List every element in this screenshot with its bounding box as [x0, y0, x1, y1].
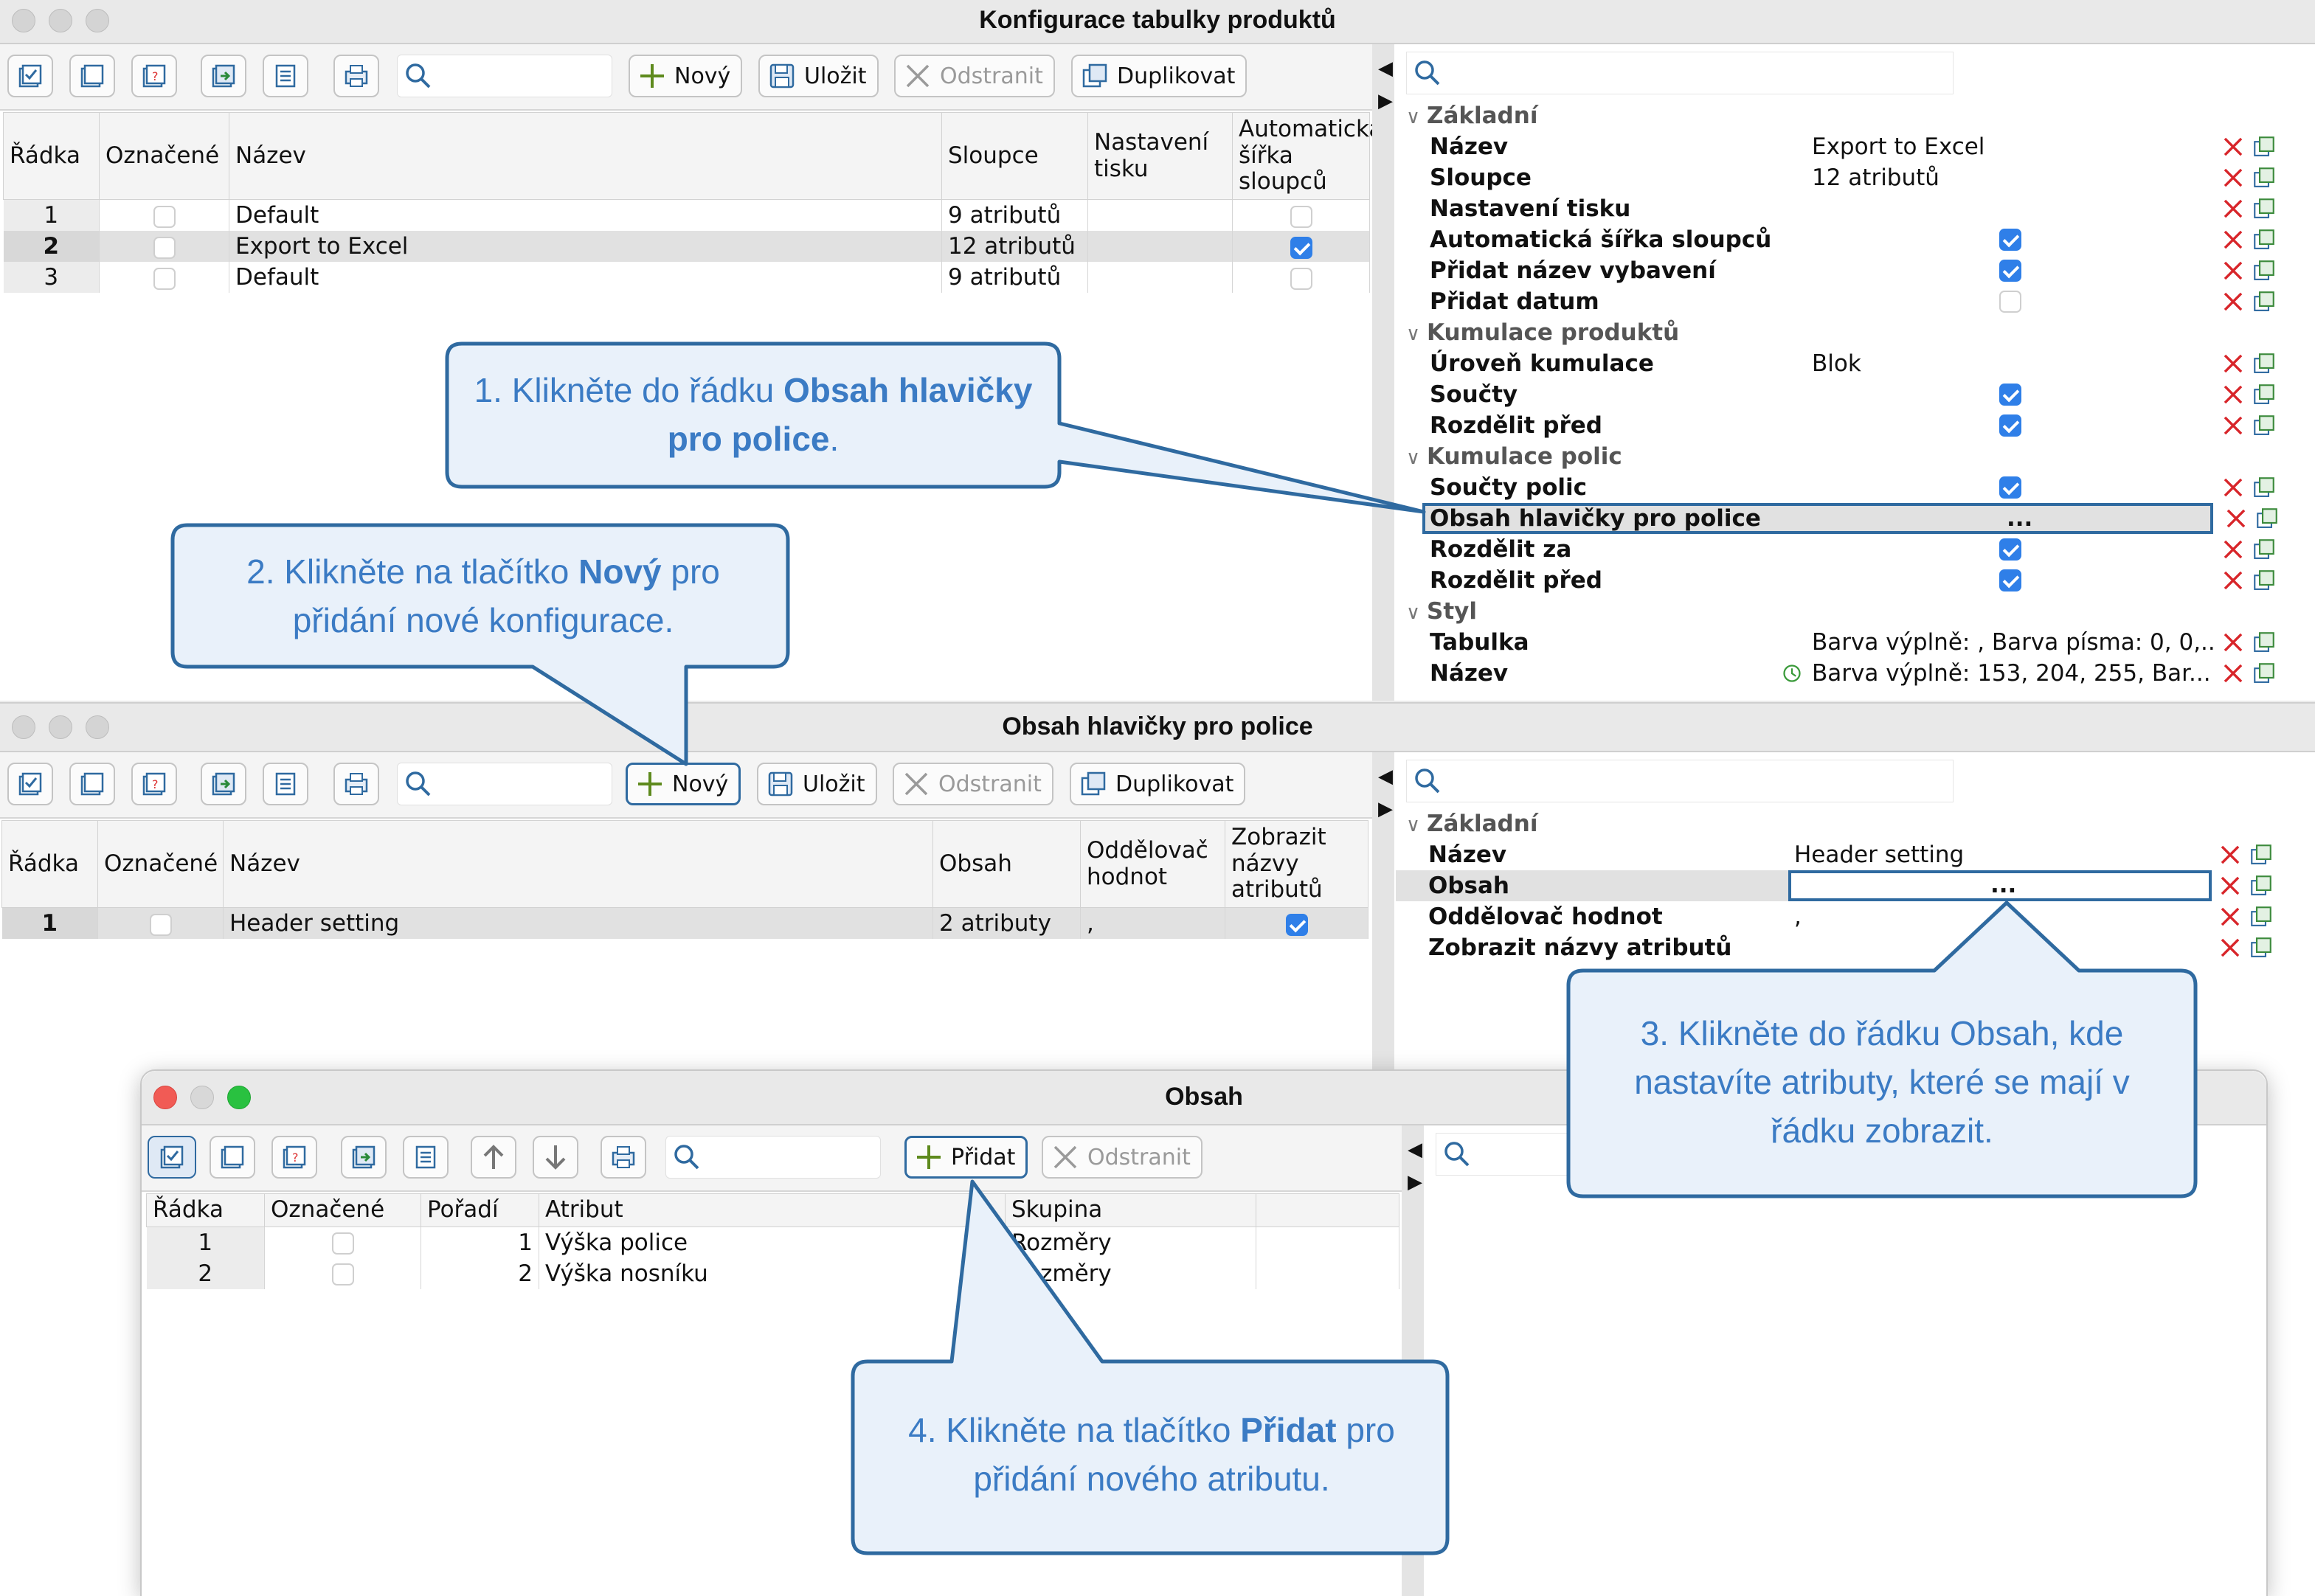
callout-4-pre: 4. Klikněte na tlačítko	[908, 1411, 1241, 1449]
callout-4-text: 4. Klikněte na tlačítko Přidat pro přidá…	[882, 1406, 1421, 1503]
callout-1-pre: 1. Klikněte do řádku	[474, 371, 783, 409]
callout-layer	[170, 341, 2198, 1555]
callout-2-text: 2. Klikněte na tlačítko Nový pro přidání…	[199, 547, 767, 645]
callout-1-post: .	[829, 420, 840, 458]
callout-2-pre: 2. Klikněte na tlačítko	[246, 552, 579, 591]
callout-4-bold: Přidat	[1240, 1411, 1337, 1449]
callout-3-text: 3. Klikněte do řádku Obsah, kde nastavít…	[1634, 1014, 2130, 1150]
callout-1-text: 1. Klikněte do řádku Obsah hlavičky pro …	[457, 366, 1049, 463]
callout-2-bold: Nový	[578, 552, 662, 591]
